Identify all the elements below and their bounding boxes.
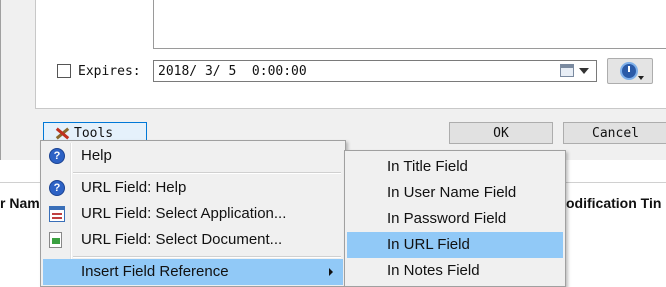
- expiry-date-picker[interactable]: 2018/ 3/ 5 0:00:00: [153, 60, 597, 82]
- tools-menu: ? Help ? URL Field: Help URL Field: Sele…: [40, 140, 346, 287]
- notes-textarea[interactable]: [153, 0, 666, 49]
- menu-item-label: Help: [81, 147, 112, 164]
- menu-item-label: Insert Field Reference: [81, 263, 229, 280]
- submenu-item-title-field[interactable]: In Title Field: [347, 154, 563, 180]
- menu-item-help[interactable]: ? Help: [43, 143, 343, 169]
- menu-item-url-field-help[interactable]: ? URL Field: Help: [43, 175, 343, 201]
- menu-separator: [73, 256, 341, 258]
- submenu-item-password-field[interactable]: In Password Field: [347, 206, 563, 232]
- entry-dialog: Expires: 2018/ 3/ 5 0:00:00 Tools OK Can…: [0, 0, 666, 160]
- column-header-user-name[interactable]: r Nam: [0, 195, 40, 211]
- menu-item-label: URL Field: Select Document...: [81, 231, 283, 248]
- field-reference-submenu: In Title Field In User Name Field In Pas…: [344, 150, 566, 287]
- submenu-item-url-field[interactable]: In URL Field: [347, 232, 563, 258]
- submenu-arrow-icon: [329, 268, 333, 276]
- application-icon: [49, 206, 65, 222]
- menu-item-label: In Password Field: [387, 210, 507, 227]
- menu-item-label: URL Field: Help: [81, 179, 187, 196]
- menu-item-select-application[interactable]: URL Field: Select Application...: [43, 201, 343, 227]
- menu-item-insert-field-reference[interactable]: Insert Field Reference: [43, 259, 343, 285]
- calendar-dropdown-button[interactable]: [560, 63, 594, 79]
- menu-item-select-document[interactable]: URL Field: Select Document...: [43, 227, 343, 253]
- column-header-modification-time[interactable]: odification Tin: [566, 195, 661, 211]
- submenu-item-user-name-field[interactable]: In User Name Field: [347, 180, 563, 206]
- menu-separator: [73, 172, 341, 174]
- chevron-down-icon: [579, 68, 589, 74]
- menu-item-label: In Title Field: [387, 158, 468, 175]
- submenu-item-notes-field[interactable]: In Notes Field: [347, 258, 563, 284]
- tools-button-label: Tools: [74, 125, 114, 141]
- document-icon: [49, 232, 62, 248]
- expiry-date-value: 2018/ 3/ 5 0:00:00: [158, 64, 307, 79]
- cancel-button[interactable]: Cancel: [563, 122, 666, 144]
- menu-item-label: URL Field: Select Application...: [81, 205, 287, 222]
- expires-checkbox[interactable]: [57, 64, 71, 78]
- expiry-presets-button[interactable]: [607, 58, 653, 84]
- clock-icon: [620, 62, 638, 80]
- chevron-down-icon: [638, 76, 644, 80]
- help-icon: ?: [49, 180, 65, 196]
- expires-label: Expires:: [78, 64, 141, 79]
- tools-icon: [54, 125, 72, 141]
- menu-item-label: In URL Field: [387, 236, 470, 253]
- calendar-icon: [560, 64, 574, 77]
- menu-item-label: In Notes Field: [387, 262, 480, 279]
- menu-item-label: In User Name Field: [387, 184, 517, 201]
- help-icon: ?: [49, 148, 65, 164]
- ok-button[interactable]: OK: [449, 122, 553, 144]
